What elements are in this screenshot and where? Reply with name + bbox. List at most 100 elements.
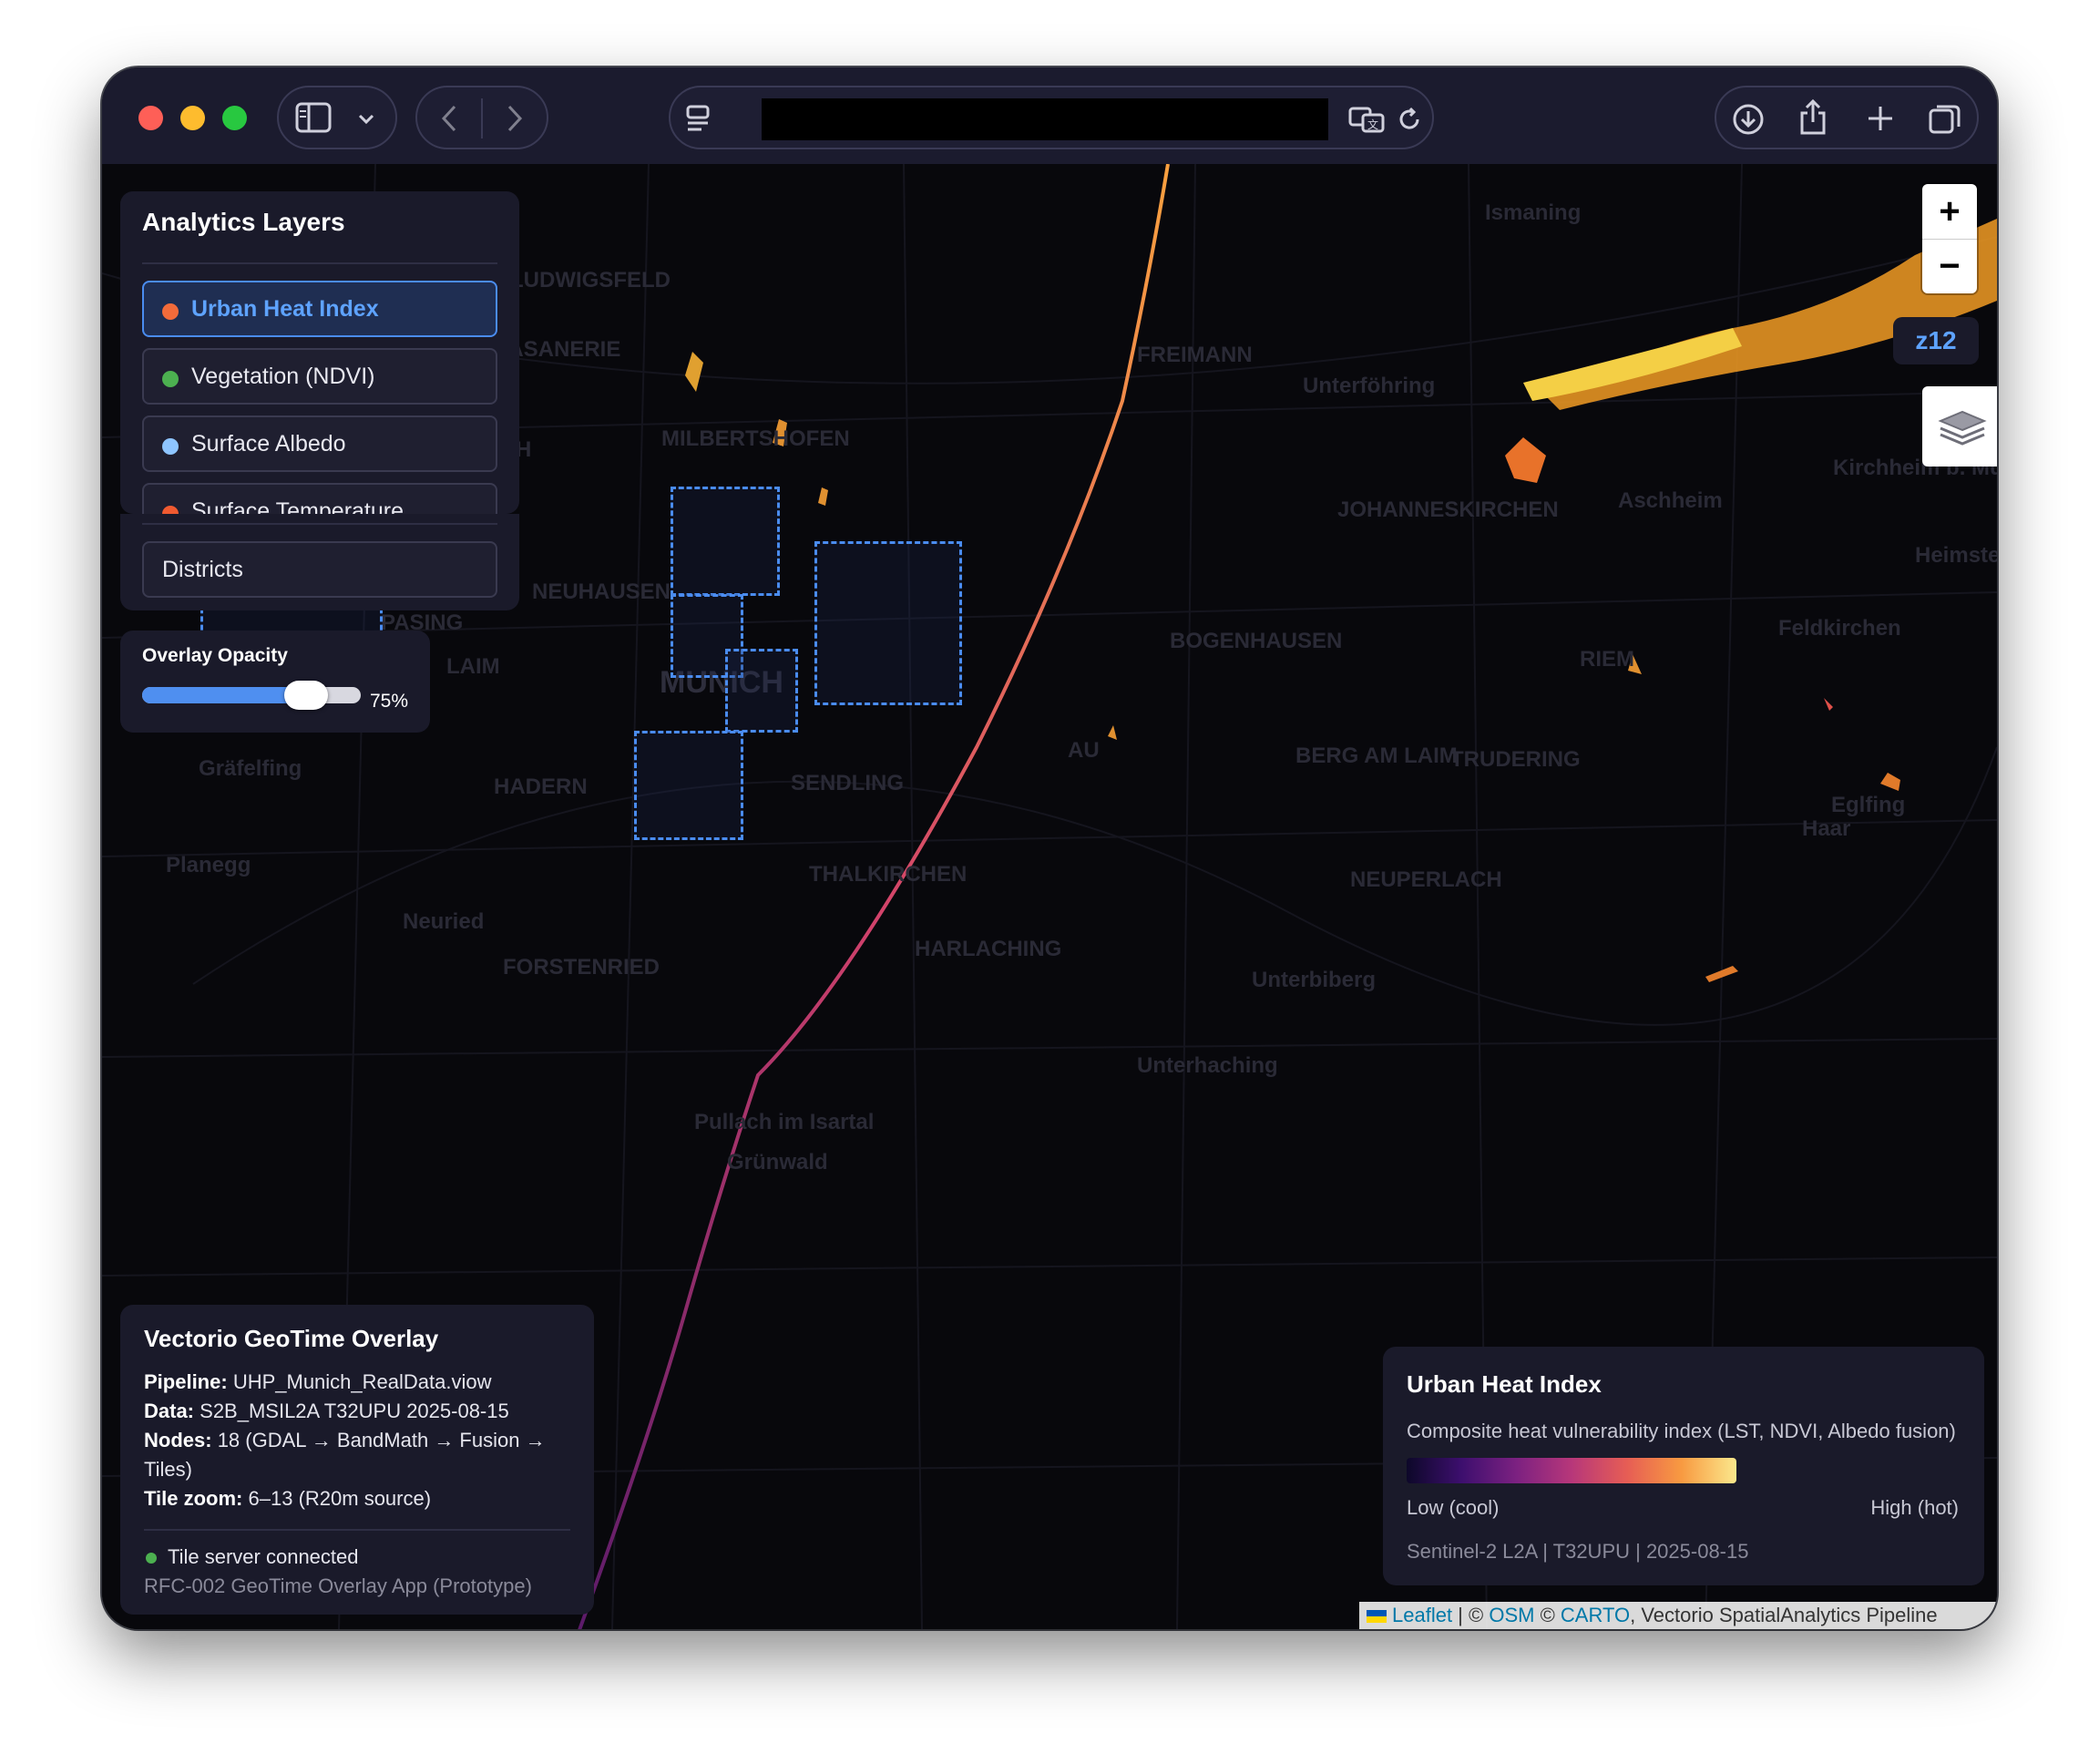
chevron-down-icon[interactable] xyxy=(357,113,375,126)
opacity-slider-fill xyxy=(142,687,306,703)
nodes-value: 18 (GDAL → BandMath → Fusion → xyxy=(217,1429,546,1451)
map-place-label: Aschheim xyxy=(1618,488,1723,513)
legend-subtitle: Composite heat vulnerability index (LST,… xyxy=(1407,1420,1956,1442)
share-icon[interactable] xyxy=(1797,98,1829,137)
map-place-label: BOGENHAUSEN xyxy=(1170,629,1343,653)
layer-label: Urban Heat Index xyxy=(191,296,379,322)
info-title: Vectorio GeoTime Overlay xyxy=(144,1325,439,1352)
layers-icon xyxy=(1938,410,1987,446)
legend-low-label: Low (cool) xyxy=(1407,1496,1500,1519)
pipeline-value: UHP_Munich_RealData.viow xyxy=(232,1370,492,1393)
osm-link[interactable]: OSM xyxy=(1489,1604,1534,1626)
divider xyxy=(142,523,497,525)
map-place-label: Ismaning xyxy=(1485,200,1582,225)
divider xyxy=(481,98,483,138)
map-place-label: FORSTENRIED xyxy=(503,955,660,979)
heat-patch xyxy=(1824,698,1833,711)
map-viewport[interactable]: IsmaningUnterföhringFREIMANNFASANERIEMOO… xyxy=(102,164,1997,1629)
nodes-line: Nodes: 18 (GDAL → BandMath → Fusion → xyxy=(144,1429,546,1452)
data-label: Data: xyxy=(144,1400,195,1422)
layer-urban-heat-index[interactable]: Urban Heat Index xyxy=(142,281,497,337)
layer-color-dot xyxy=(162,438,179,455)
ukraine-flag-icon xyxy=(1367,1610,1387,1624)
url-field[interactable] xyxy=(762,98,1328,140)
map-place-label: LUDWIGSFELD xyxy=(510,268,671,292)
district-zone[interactable] xyxy=(634,731,743,840)
opacity-slider-track[interactable] xyxy=(142,681,361,710)
map-place-label: MILBERTSHOFEN xyxy=(661,426,850,451)
map-place-label: NEUPERLACH xyxy=(1350,867,1502,892)
zoom-in-button[interactable]: + xyxy=(1922,184,1977,239)
layer-color-dot xyxy=(162,371,179,387)
map-place-label: Unterhaching xyxy=(1137,1053,1278,1078)
data-value: S2B_MSIL2A T32UPU 2025-08-15 xyxy=(200,1400,509,1422)
tile-zoom-value: 6–13 (R20m source) xyxy=(248,1487,432,1510)
district-zone[interactable] xyxy=(814,541,962,705)
forward-arrow-icon[interactable] xyxy=(505,104,525,133)
nodes-label: Nodes: xyxy=(144,1429,212,1451)
download-icon[interactable] xyxy=(1731,102,1766,137)
minimize-window-button[interactable] xyxy=(180,106,205,130)
analytics-layers-panel: Analytics Layers Urban Heat Index Vegeta… xyxy=(120,191,519,539)
map-place-label: Grünwald xyxy=(727,1150,828,1174)
close-window-button[interactable] xyxy=(138,106,163,130)
legend-title: Urban Heat Index xyxy=(1407,1370,1602,1398)
address-bar[interactable]: 文 xyxy=(669,86,1434,149)
status-text: Tile server connected xyxy=(168,1545,359,1568)
map-place-label: THALKIRCHEN xyxy=(809,862,968,887)
map-place-label: Unterföhring xyxy=(1303,374,1436,398)
carto-link[interactable]: CARTO xyxy=(1561,1604,1630,1626)
layer-label: Surface Albedo xyxy=(191,431,346,456)
district-zone[interactable] xyxy=(671,487,780,596)
map-place-label: JOHANNESKIRCHEN xyxy=(1337,497,1559,522)
heat-patch xyxy=(1880,773,1900,791)
legend-high-label: High (hot) xyxy=(1870,1496,1959,1519)
layer-switcher-button[interactable] xyxy=(1922,386,1997,467)
page-menu-icon[interactable] xyxy=(685,104,712,133)
layer-vegetation-ndvi[interactable]: Vegetation (NDVI) xyxy=(142,348,497,405)
heat-patch xyxy=(818,487,828,506)
translate-icon[interactable]: 文 xyxy=(1348,106,1385,133)
toolbar-actions-group xyxy=(1715,86,1979,149)
heat-patch xyxy=(685,352,703,392)
leaflet-link[interactable]: Leaflet xyxy=(1392,1604,1452,1626)
map-place-label: AU xyxy=(1068,738,1100,763)
opacity-slider-thumb[interactable] xyxy=(284,681,328,710)
status-dot xyxy=(146,1553,157,1564)
zoom-control: + − xyxy=(1922,184,1977,293)
map-place-label: Eglfing xyxy=(1831,793,1906,817)
nodes-line-continued: Tiles) xyxy=(144,1458,192,1481)
map-place-label: NEUHAUSEN xyxy=(532,579,671,604)
map-attribution: Leaflet | © OSM © CARTO, Vectorio Spatia… xyxy=(1359,1602,1997,1629)
divider xyxy=(142,262,497,264)
layer-surface-albedo[interactable]: Surface Albedo xyxy=(142,415,497,472)
browser-window: 文 Ismaning Unterföhring FREIMANN FASANER… xyxy=(102,67,1997,1629)
attribution-rest: , Vectorio SpatialAnalytics Pipeline xyxy=(1630,1604,1938,1626)
map-place-label: Planegg xyxy=(166,853,251,877)
panel-title: Analytics Layers xyxy=(142,208,345,236)
tile-zoom-line: Tile zoom: 6–13 (R20m source) xyxy=(144,1487,431,1511)
heat-patch xyxy=(1505,437,1546,483)
sidebar-icon[interactable] xyxy=(295,102,332,133)
districts-toggle[interactable]: Districts xyxy=(142,541,497,598)
map-place-label: RIEM xyxy=(1580,647,1634,672)
tab-overview-icon[interactable] xyxy=(1928,102,1962,137)
legend-color-ramp xyxy=(1407,1458,1736,1483)
map-place-label: SENDLING xyxy=(791,771,905,795)
new-tab-icon[interactable] xyxy=(1866,104,1895,133)
zoom-out-button[interactable]: − xyxy=(1922,239,1977,293)
map-place-label: LAIM xyxy=(446,654,500,679)
map-place-label: Heimstetten xyxy=(1915,543,1997,568)
browser-toolbar: 文 xyxy=(102,67,1997,164)
district-zone[interactable] xyxy=(725,649,798,733)
reload-icon[interactable] xyxy=(1396,106,1423,133)
divider xyxy=(144,1529,570,1531)
map-place-label: Haar xyxy=(1802,816,1851,841)
info-panel: Vectorio GeoTime Overlay Pipeline: UHP_M… xyxy=(120,1305,594,1615)
zoom-window-button[interactable] xyxy=(222,106,247,130)
map-place-label: HARLACHING xyxy=(915,937,1062,961)
map-place-label: HADERN xyxy=(494,774,588,799)
back-arrow-icon[interactable] xyxy=(439,104,459,133)
legend-source: Sentinel-2 L2A | T32UPU | 2025-08-15 xyxy=(1407,1540,1749,1563)
legend-panel: Urban Heat Index Composite heat vulnerab… xyxy=(1383,1347,1984,1585)
